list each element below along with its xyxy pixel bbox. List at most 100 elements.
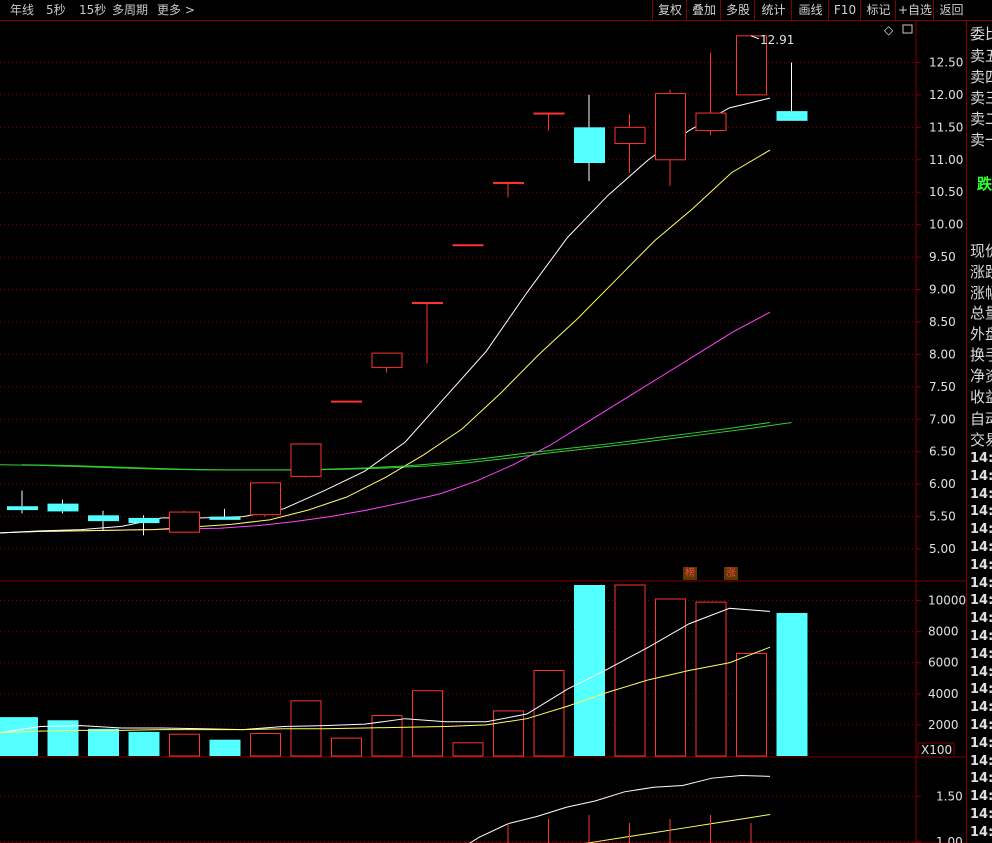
trade-label[interactable]: 交易 <box>970 429 992 450</box>
volume-unit-label: X100 <box>921 743 952 757</box>
candle-body <box>371 352 403 368</box>
candle-body <box>331 400 362 403</box>
diamond-icon: ◇ <box>884 23 894 37</box>
volume-bar <box>452 742 484 757</box>
time-entry: 14: <box>970 664 992 680</box>
volume-bar <box>209 739 241 756</box>
draw-line-button[interactable]: 画线 <box>791 0 829 20</box>
time-entry: 14: <box>970 611 992 627</box>
candle-body <box>452 244 484 247</box>
toolbar: 年线 5秒 15秒 多周期 更多 > 复权 叠加 多股 统计 画线 F10 标记… <box>0 0 992 21</box>
multi-stock-button[interactable]: 多股 <box>720 0 755 20</box>
time-entry: 14: <box>970 629 992 644</box>
quote-panel: 委比 卖五 卖四 卖三 卖二 卖一 跌 现价 涨跌 涨幅 总量 外盘 换手 净资… <box>966 21 992 843</box>
ask2-label: 卖二 <box>970 110 992 128</box>
candle-body <box>493 181 524 184</box>
ma60-line-full <box>0 422 771 471</box>
stats-button[interactable]: 统计 <box>754 0 792 20</box>
price-tick-label: 5.50 <box>929 510 956 524</box>
limit-down-status: 跌 <box>977 175 992 193</box>
time-entry: 14: <box>970 682 992 698</box>
volume-bar <box>0 717 38 756</box>
ma10-line <box>0 149 771 534</box>
tab-more[interactable]: 更多 > <box>157 2 195 18</box>
volume-tick-label: 2000 <box>928 718 959 732</box>
price-tick-label: 7.50 <box>929 380 956 394</box>
indicator-tick-label: 1.50 <box>936 789 963 803</box>
volume-bar <box>533 670 565 757</box>
add-watchlist-button[interactable]: +自选 <box>895 0 934 20</box>
ask1-label: 卖一 <box>970 131 992 149</box>
time-entry: 14: <box>970 593 992 609</box>
volume-bar <box>695 601 727 757</box>
stat-turnover: 换手 <box>970 346 992 364</box>
stat-change-pct: 涨幅 <box>970 284 992 302</box>
time-entry: 14: <box>970 753 992 769</box>
auto-label[interactable]: 自动 <box>970 408 992 429</box>
stat-net-asset: 净资 <box>970 367 992 385</box>
price-tick-label: 12.50 <box>929 55 963 69</box>
time-entry: 14: <box>970 735 992 751</box>
time-entry: 14: <box>970 824 992 840</box>
time-entry: 14: <box>970 486 992 502</box>
volume-bar <box>250 732 281 757</box>
rank-badge[interactable]: 榜 <box>683 567 697 580</box>
candle-body <box>533 112 565 115</box>
price-tick-label: 9.00 <box>929 283 956 297</box>
volume-bar <box>331 737 362 757</box>
price-tick-label: 9.50 <box>929 250 956 264</box>
price-tick-label: 7.00 <box>929 412 956 426</box>
candle-body <box>776 111 808 121</box>
candle-body <box>88 515 119 522</box>
time-entry: 14: <box>970 522 992 538</box>
time-entry: 14: <box>970 540 992 555</box>
tab-year[interactable]: 年线 <box>10 2 34 18</box>
candle-body <box>209 516 241 520</box>
limit-up-badge[interactable]: 涨 <box>724 567 738 580</box>
candle-body <box>655 93 686 161</box>
time-entry: 14: <box>970 504 992 520</box>
order-ratio-label: 委比 <box>970 25 992 43</box>
ask5-label: 卖五 <box>970 47 992 65</box>
volume-bar <box>614 584 646 757</box>
price-tick-label: 10.00 <box>929 218 963 232</box>
time-entry: 14: <box>970 575 992 591</box>
price-tick-label: 8.50 <box>929 315 956 329</box>
volume-bar <box>169 733 200 757</box>
time-entry: 14: <box>970 557 992 573</box>
time-entry: 14: <box>970 718 992 733</box>
price-tick-label: 6.50 <box>929 445 956 459</box>
volume-bar <box>736 652 767 757</box>
tab-5s[interactable]: 5秒 <box>46 2 66 18</box>
stat-outer: 外盘 <box>970 325 992 343</box>
price-tick-label: 11.00 <box>929 153 963 167</box>
time-entry: 14: <box>970 771 992 787</box>
time-entry: 14: <box>970 789 992 805</box>
price-tick-label: 6.00 <box>929 477 956 491</box>
ma60-line <box>21 422 792 471</box>
candle-body <box>47 503 79 512</box>
f10-button[interactable]: F10 <box>828 0 861 20</box>
overlay-button[interactable]: 叠加 <box>686 0 721 20</box>
candle-body <box>574 127 605 164</box>
volume-tick-label: 8000 <box>928 625 959 639</box>
time-entry: 14: <box>970 451 992 466</box>
volume-bar <box>574 585 605 756</box>
volume-bar <box>776 612 808 756</box>
kline-chart[interactable]: 12.50 12.00 11.50 11.00 10.50 10.00 9.50 9.00 8.… <box>0 0 992 843</box>
price-tick-label: 5.00 <box>929 542 956 556</box>
candle-body <box>614 126 646 145</box>
price-tick-label: 11.50 <box>929 120 963 134</box>
tab-15s[interactable]: 15秒 <box>79 2 106 18</box>
mark-button[interactable]: 标记 <box>860 0 896 20</box>
stat-price: 现价 <box>970 242 992 260</box>
indicator-tick-label: 1.00 <box>936 835 963 843</box>
indicator-line-b <box>584 814 771 843</box>
stat-volume: 总量 <box>970 304 992 322</box>
time-entry: 14: <box>970 700 992 716</box>
adjust-button[interactable]: 复权 <box>652 0 687 20</box>
time-entry: 14: <box>970 807 992 822</box>
tab-multi-period[interactable]: 多周期 <box>112 2 148 18</box>
volume-tick-label: 6000 <box>928 656 959 670</box>
back-button[interactable]: 返回 <box>933 0 969 20</box>
